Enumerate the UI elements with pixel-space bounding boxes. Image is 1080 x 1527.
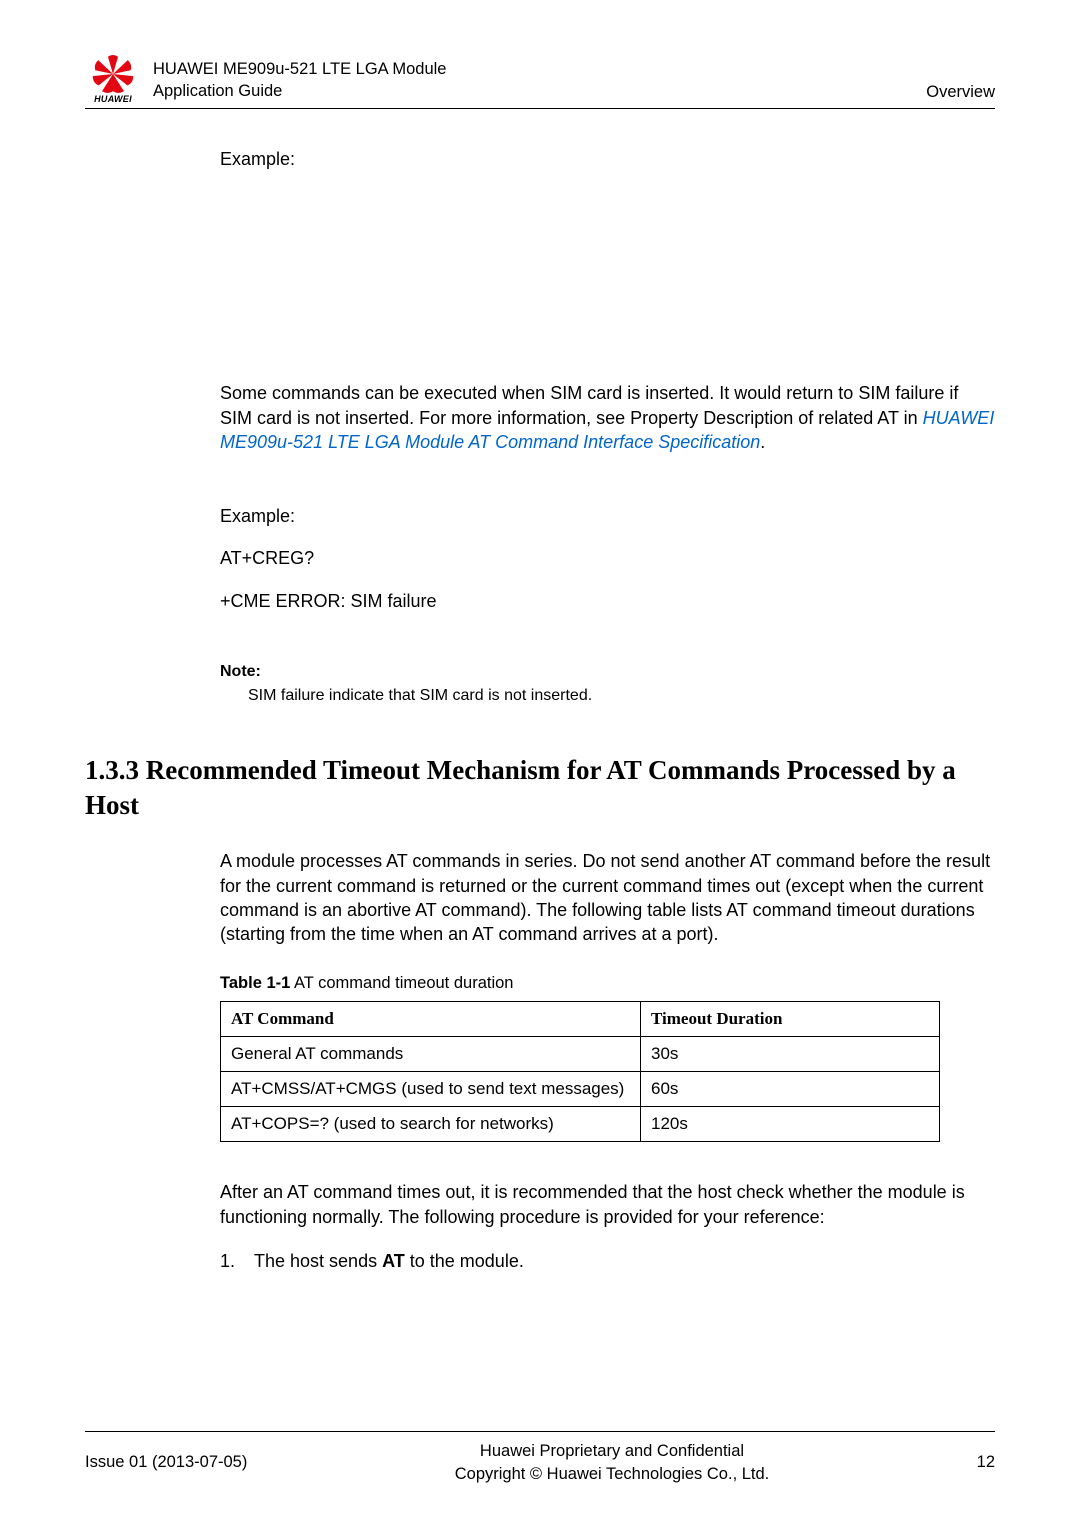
table-caption-num: Table 1-1 (220, 974, 290, 992)
list-text: The host sends AT to the module. (254, 1251, 524, 1272)
table-row: AT+COPS=? (used to search for networks) … (221, 1107, 940, 1142)
section-heading: 1.3.3 Recommended Timeout Mechanism for … (85, 753, 995, 823)
huawei-logo-icon (91, 55, 135, 93)
td-dur: 120s (641, 1107, 940, 1142)
table-row: General AT commands 30s (221, 1037, 940, 1072)
footer-confidential: Huawei Proprietary and Confidential (247, 1440, 976, 1462)
th-duration: Timeout Duration (641, 1002, 940, 1037)
doc-title-line1: HUAWEI ME909u-521 LTE LGA Module (153, 59, 926, 80)
sim-para-text: Some commands can be executed when SIM c… (220, 383, 958, 427)
note-label: Note: (220, 663, 995, 681)
footer-page-number: 12 (977, 1453, 995, 1472)
td-cmd: General AT commands (221, 1037, 641, 1072)
page-footer: Issue 01 (2013-07-05) Huawei Proprietary… (85, 1431, 995, 1485)
cmd-line-2: +CME ERROR: SIM failure (220, 589, 995, 613)
td-dur: 60s (641, 1072, 940, 1107)
page: HUAWEI HUAWEI ME909u-521 LTE LGA Module … (0, 0, 1080, 1332)
table-header-row: AT Command Timeout Duration (221, 1002, 940, 1037)
timeout-table: AT Command Timeout Duration General AT c… (220, 1001, 940, 1142)
huawei-logo-text: HUAWEI (94, 94, 132, 104)
list-text-post: to the module. (405, 1251, 524, 1271)
header-titles: HUAWEI ME909u-521 LTE LGA Module Applica… (153, 59, 926, 104)
footer-issue: Issue 01 (2013-07-05) (85, 1453, 247, 1472)
page-header: HUAWEI HUAWEI ME909u-521 LTE LGA Module … (85, 55, 995, 109)
table-caption: Table 1-1 AT command timeout duration (220, 974, 995, 993)
cmd-line-1: AT+CREG? (220, 546, 995, 570)
after-table-paragraph: After an AT command times out, it is rec… (220, 1180, 995, 1229)
td-cmd: AT+CMSS/AT+CMGS (used to send text messa… (221, 1072, 641, 1107)
note-text: SIM failure indicate that SIM card is no… (248, 687, 995, 705)
huawei-logo: HUAWEI (85, 55, 141, 104)
period: . (760, 432, 765, 452)
table-caption-text: AT command timeout duration (290, 974, 513, 992)
content-area: Example: Some commands can be executed w… (220, 147, 995, 705)
list-text-pre: The host sends (254, 1251, 382, 1271)
footer-copyright: Copyright © Huawei Technologies Co., Ltd… (247, 1463, 976, 1485)
th-command: AT Command (221, 1002, 641, 1037)
table-row: AT+CMSS/AT+CMGS (used to send text messa… (221, 1072, 940, 1107)
list-item-1: 1. The host sends AT to the module. (220, 1251, 995, 1272)
footer-center: Huawei Proprietary and Confidential Copy… (247, 1440, 976, 1485)
header-section-name: Overview (926, 83, 995, 104)
example1-label: Example: (220, 147, 995, 171)
example2-label: Example: (220, 504, 995, 528)
list-number: 1. (220, 1251, 254, 1272)
sim-paragraph: Some commands can be executed when SIM c… (220, 381, 995, 454)
list-text-bold: AT (382, 1251, 405, 1271)
timeout-paragraph: A module processes AT commands in series… (220, 849, 995, 946)
content-area-2: A module processes AT commands in series… (220, 849, 995, 1272)
doc-title-line2: Application Guide (153, 81, 926, 102)
td-cmd: AT+COPS=? (used to search for networks) (221, 1107, 641, 1142)
td-dur: 30s (641, 1037, 940, 1072)
